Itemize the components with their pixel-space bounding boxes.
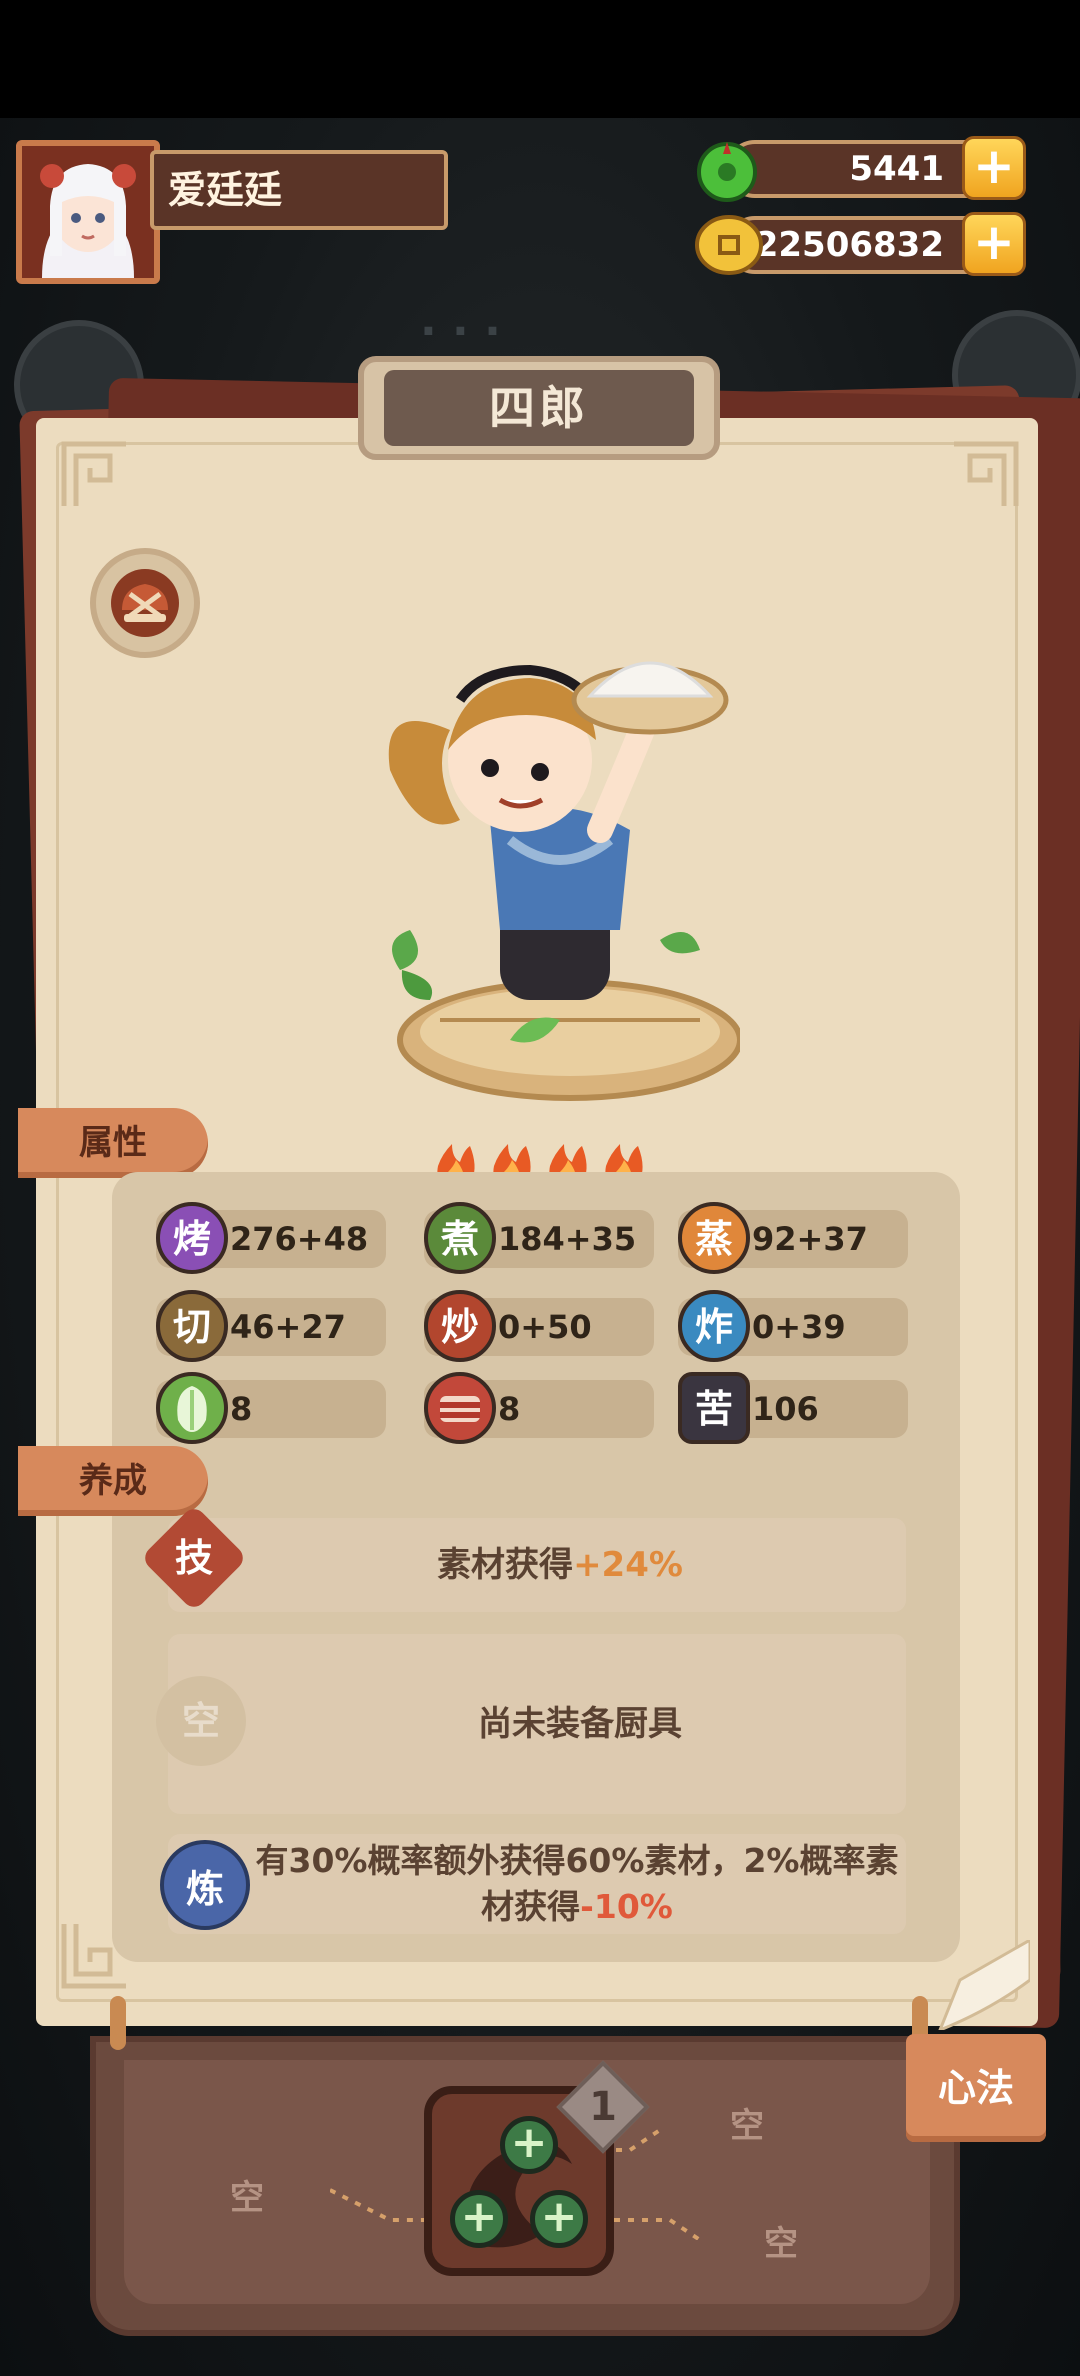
stat-value: 92+37 xyxy=(752,1220,868,1258)
empty-equipment-icon: 空 xyxy=(156,1676,246,1766)
corner-ornament-icon xyxy=(61,441,126,506)
refine-description: 有30%概率额外获得60%素材，2%概率素材获得-10% xyxy=(252,1834,902,1938)
bitter-icon: 苦 xyxy=(678,1372,750,1444)
stat-value: 8 xyxy=(498,1390,521,1428)
development-section-tab[interactable]: 养成 xyxy=(18,1446,208,1516)
player-name: 爱廷廷 xyxy=(150,150,448,230)
xinfa-node-right[interactable]: + xyxy=(530,2190,588,2248)
skill-text: 素材获得 xyxy=(437,1545,574,1585)
roast-icon: 烤 xyxy=(156,1202,228,1274)
stat-value: 276+48 xyxy=(230,1220,369,1258)
xinfa-node-left[interactable]: + xyxy=(450,2190,508,2248)
vegetable-icon xyxy=(156,1372,228,1444)
jade-amount: 5441 xyxy=(849,149,944,189)
stat-value: 184+35 xyxy=(498,1220,637,1258)
stirfry-icon: 炒 xyxy=(424,1290,496,1362)
skill-bonus: +24% xyxy=(573,1545,683,1585)
chef-type-badge[interactable] xyxy=(90,548,200,658)
corner-ornament-icon xyxy=(954,441,1019,506)
player-avatar[interactable] xyxy=(16,140,160,284)
skill-icon-char: 技 xyxy=(174,1535,214,1580)
stat-value: 0+39 xyxy=(752,1308,846,1346)
jade-icon xyxy=(694,136,760,202)
equipment-status: 尚未装备厨具 xyxy=(478,1704,682,1744)
refine-penalty: -10% xyxy=(580,1887,673,1926)
stat-value: 106 xyxy=(752,1390,819,1428)
stat-value: 46+27 xyxy=(230,1308,346,1346)
fry-icon: 炸 xyxy=(678,1290,750,1362)
stat-value: 8 xyxy=(230,1390,253,1428)
empty-xinfa-slot[interactable]: 空 xyxy=(730,2098,764,2147)
chef-character-art xyxy=(388,661,740,1101)
chef-name: 四郎 xyxy=(384,370,694,446)
stat-value: 0+50 xyxy=(498,1308,592,1346)
add-jade-button[interactable]: + xyxy=(962,136,1026,200)
steam-icon: 蒸 xyxy=(678,1202,750,1274)
avatar-portrait-icon xyxy=(22,146,154,278)
meat-icon xyxy=(424,1372,496,1444)
boil-icon: 煮 xyxy=(424,1202,496,1274)
add-coin-button[interactable]: + xyxy=(962,212,1026,276)
empty-xinfa-slot[interactable]: 空 xyxy=(764,2216,798,2265)
cut-icon: 切 xyxy=(156,1290,228,1362)
attributes-section-tab[interactable]: 属性 xyxy=(18,1108,208,1178)
xinfa-tab[interactable]: 心法 xyxy=(906,2034,1046,2142)
binding-peg xyxy=(110,1996,126,2050)
status-bar-area xyxy=(0,0,1080,118)
refine-icon: 炼 xyxy=(160,1840,250,1930)
coin-icon xyxy=(694,212,764,278)
cook-type-icon xyxy=(111,569,179,637)
slot-number: 1 xyxy=(589,2084,617,2130)
empty-xinfa-slot[interactable]: 空 xyxy=(230,2170,264,2219)
xinfa-node-top[interactable]: + xyxy=(500,2116,558,2174)
coin-amount: 22506832 xyxy=(754,225,944,265)
refine-text: 有30%概率额外获得60%素材，2%概率素材获得 xyxy=(255,1841,899,1926)
skill-description: 素材获得+24% xyxy=(240,1518,880,1612)
background-faint-text: · · · xyxy=(420,306,501,357)
